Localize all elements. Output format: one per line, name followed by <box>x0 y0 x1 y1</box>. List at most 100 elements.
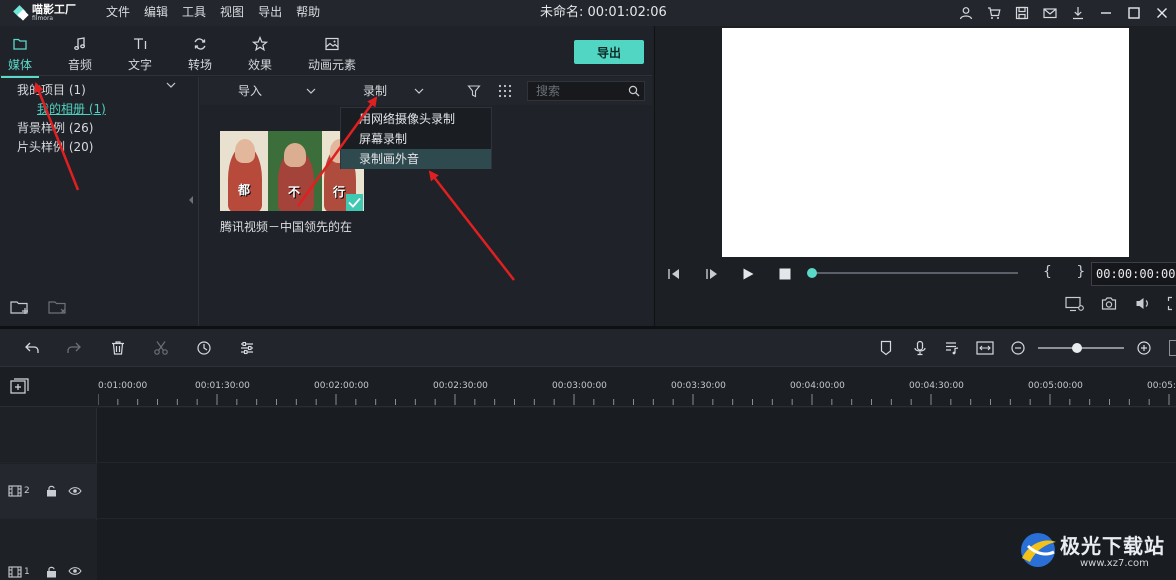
undo-icon[interactable] <box>24 340 40 356</box>
timeline-tracks: 2 1 <box>0 408 1176 580</box>
video-track-1[interactable] <box>0 518 1176 580</box>
eye-icon[interactable] <box>68 486 82 496</box>
menu-bar: 文件 编辑 工具 视图 导出 帮助 <box>106 0 334 26</box>
tab-media-label: 媒体 <box>7 58 32 72</box>
menu-file[interactable]: 文件 <box>106 0 130 26</box>
eye-icon[interactable] <box>68 566 82 576</box>
fit-timeline-icon[interactable] <box>976 340 994 356</box>
redo-icon[interactable] <box>66 340 82 356</box>
record-dropdown-menu: 用网络摄像头录制 屏幕录制 录制画外音 <box>340 107 492 169</box>
menu-export[interactable]: 导出 <box>258 0 282 26</box>
transition-icon <box>194 38 206 50</box>
watermark-logo-icon <box>1021 533 1056 567</box>
ruler-ticks <box>98 394 1170 405</box>
tab-media[interactable]: 媒体 <box>0 34 45 78</box>
filter-icon[interactable] <box>467 84 481 98</box>
tree-background-samples[interactable]: 背景样例 (26) <box>17 119 93 136</box>
lock-icon[interactable] <box>46 566 57 578</box>
new-folder-icon[interactable] <box>10 299 30 315</box>
video-track-2[interactable] <box>0 462 1176 518</box>
image-icon <box>325 37 339 51</box>
save-icon[interactable] <box>1008 0 1036 26</box>
previous-frame-icon[interactable] <box>667 267 681 281</box>
timeline-option-box[interactable] <box>1169 340 1176 356</box>
search-input[interactable] <box>528 82 618 100</box>
mark-in-out-buttons[interactable]: { } <box>1043 264 1095 280</box>
next-frame-icon[interactable] <box>705 267 719 281</box>
playback-progress-handle[interactable] <box>807 268 817 278</box>
stop-icon[interactable] <box>778 267 792 281</box>
thumb-caption-3: 行 <box>333 185 346 199</box>
speed-clock-icon[interactable] <box>196 340 212 356</box>
tab-effects[interactable]: 效果 <box>235 34 285 74</box>
adjust-settings-icon[interactable] <box>239 340 255 356</box>
menu-item-voiceover-record[interactable]: 录制画外音 <box>341 149 491 169</box>
media-toolbar: 导入 录制 <box>200 77 652 105</box>
menu-view[interactable]: 视图 <box>220 0 244 26</box>
minimize-icon[interactable] <box>1092 0 1120 26</box>
ruler-label: 00:03:30:00 <box>671 381 726 391</box>
import-chevron-icon[interactable] <box>306 87 316 95</box>
tab-elements[interactable]: 动画元素 <box>302 34 362 74</box>
ruler-label: 00:05:00:00 <box>1028 381 1083 391</box>
play-icon[interactable] <box>741 267 755 281</box>
record-chevron-icon[interactable] <box>414 87 424 95</box>
tab-audio-label: 音频 <box>67 58 92 72</box>
voiceover-track-icon[interactable] <box>944 340 960 356</box>
ruler-label: 0:01:00:00 <box>98 381 148 391</box>
zoom-slider-handle[interactable] <box>1072 343 1082 353</box>
timeline-ruler[interactable]: 0:01:00:00 00:01:30:00 00:02:00:00 00:02:30… <box>98 367 1176 407</box>
ruler-label: 00:05:30:00 <box>1147 381 1176 391</box>
add-track-icon[interactable] <box>10 378 30 396</box>
menu-item-screen-record[interactable]: 屏幕录制 <box>341 129 491 149</box>
microphone-icon[interactable] <box>912 340 928 356</box>
media-item-name: 腾讯视频－中国领先的在 <box>220 220 353 234</box>
maximize-icon[interactable] <box>1120 0 1148 26</box>
thumb-face-left <box>235 139 255 163</box>
import-button[interactable]: 导入 <box>238 77 262 105</box>
display-settings-icon[interactable] <box>1065 296 1085 312</box>
fullscreen-icon[interactable] <box>1167 296 1176 311</box>
delete-icon[interactable] <box>110 340 126 356</box>
menu-help[interactable]: 帮助 <box>296 0 320 26</box>
tab-elements-label: 动画元素 <box>307 58 356 72</box>
watermark: 极光下载站 www.xz7.com <box>1016 524 1172 578</box>
user-icon[interactable] <box>952 0 980 26</box>
menu-item-webcam-record[interactable]: 用网络摄像头录制 <box>341 109 491 129</box>
record-button[interactable]: 录制 <box>363 77 387 105</box>
zoom-in-icon[interactable] <box>1136 340 1152 356</box>
cut-icon[interactable] <box>153 340 169 356</box>
collapse-panel-icon[interactable] <box>188 195 194 205</box>
ruler-label: 00:02:00:00 <box>314 381 369 391</box>
marker-icon[interactable] <box>878 340 894 356</box>
volume-icon[interactable] <box>1135 296 1151 311</box>
tab-transition[interactable]: 转场 <box>175 34 225 74</box>
tab-transition-label: 转场 <box>187 58 212 72</box>
tree-my-project[interactable]: 我的项目 (1) <box>17 81 86 98</box>
film-track-icon <box>8 566 22 578</box>
search-icon[interactable] <box>628 85 640 97</box>
timeline-ruler-row: 0:01:00:00 00:01:30:00 00:02:00:00 00:02:30… <box>0 367 1176 407</box>
music-note-icon <box>74 37 86 51</box>
ruler-label: 00:04:30:00 <box>909 381 964 391</box>
snapshot-camera-icon[interactable] <box>1101 296 1117 311</box>
grid-view-icon[interactable] <box>498 84 512 98</box>
menu-tools[interactable]: 工具 <box>182 0 206 26</box>
menu-edit[interactable]: 编辑 <box>144 0 168 26</box>
close-icon[interactable] <box>1148 0 1176 26</box>
playback-progress-track[interactable] <box>812 272 1018 274</box>
selected-check-icon[interactable] <box>346 194 363 211</box>
tab-text[interactable]: 文字 <box>115 34 165 74</box>
mail-icon[interactable] <box>1036 0 1064 26</box>
cart-icon[interactable] <box>980 0 1008 26</box>
delete-folder-icon[interactable] <box>48 299 68 315</box>
tree-intro-samples[interactable]: 片头样例 (20) <box>17 138 93 155</box>
chevron-down-icon[interactable] <box>166 81 176 89</box>
lock-icon[interactable] <box>46 485 57 497</box>
export-button[interactable]: 导出 <box>574 40 644 64</box>
tab-audio[interactable]: 音频 <box>55 34 105 74</box>
download-icon[interactable] <box>1064 0 1092 26</box>
track-number: 2 <box>24 486 30 496</box>
zoom-out-icon[interactable] <box>1010 340 1026 356</box>
tree-my-album[interactable]: 我的相册 (1) <box>37 100 106 117</box>
